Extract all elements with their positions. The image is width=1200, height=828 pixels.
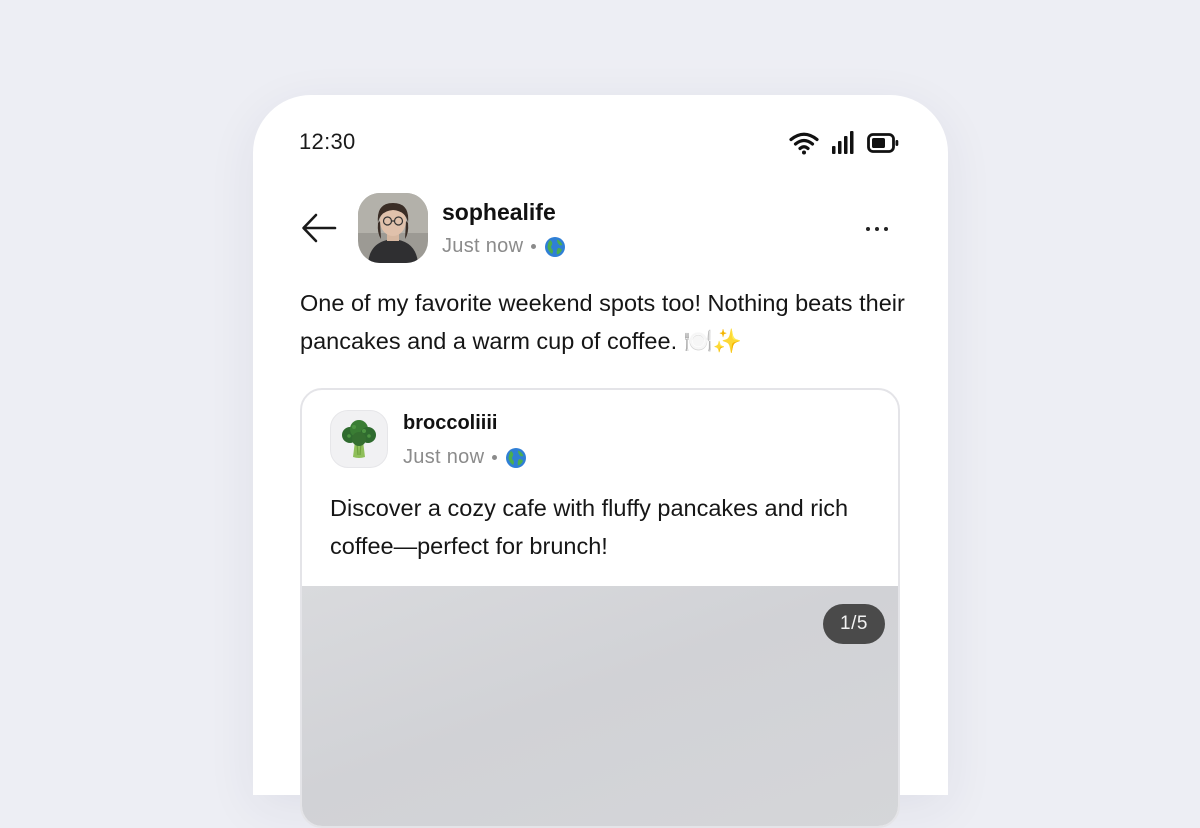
image-counter-badge: 1/5 (823, 604, 885, 644)
broccoli-icon (342, 420, 376, 458)
author-name[interactable]: sophealife (442, 199, 556, 226)
wifi-icon (789, 132, 819, 155)
signal-icon (832, 131, 854, 154)
quoted-author-name[interactable]: broccoliiii (403, 412, 497, 435)
quoted-post-text: Discover a cozy cafe with fluffy pancake… (330, 495, 849, 559)
post-meta: Just now (442, 235, 566, 258)
quoted-post-image[interactable]: 1/5 (302, 586, 898, 826)
separator-dot (492, 455, 498, 460)
quoted-avatar[interactable] (330, 410, 388, 468)
separator-dot (531, 244, 537, 249)
status-time: 12:30 (299, 129, 356, 154)
avatar-photo (358, 193, 428, 263)
globe-icon (545, 236, 566, 257)
quoted-timestamp: Just now (403, 446, 485, 468)
quoted-post-card[interactable]: broccoliiii Just now Discover a cozy caf… (300, 388, 900, 828)
more-options-button[interactable] (857, 217, 897, 241)
more-horizontal-icon-dot (875, 227, 879, 231)
post-timestamp: Just now (442, 235, 524, 257)
more-horizontal-icon-dot (866, 227, 870, 231)
avatar[interactable] (358, 193, 428, 263)
more-horizontal-icon-dot (884, 227, 888, 231)
globe-icon (506, 447, 527, 468)
post-text: One of my favorite weekend spots too! No… (300, 290, 905, 354)
quoted-post-meta: Just now (403, 446, 527, 469)
status-icons (789, 131, 899, 155)
battery-icon (867, 133, 899, 153)
phone-screen: 12:30 sophealife Just now One of my favo… (253, 95, 948, 828)
back-button[interactable] (301, 208, 341, 248)
arrow-left-icon (302, 213, 337, 243)
